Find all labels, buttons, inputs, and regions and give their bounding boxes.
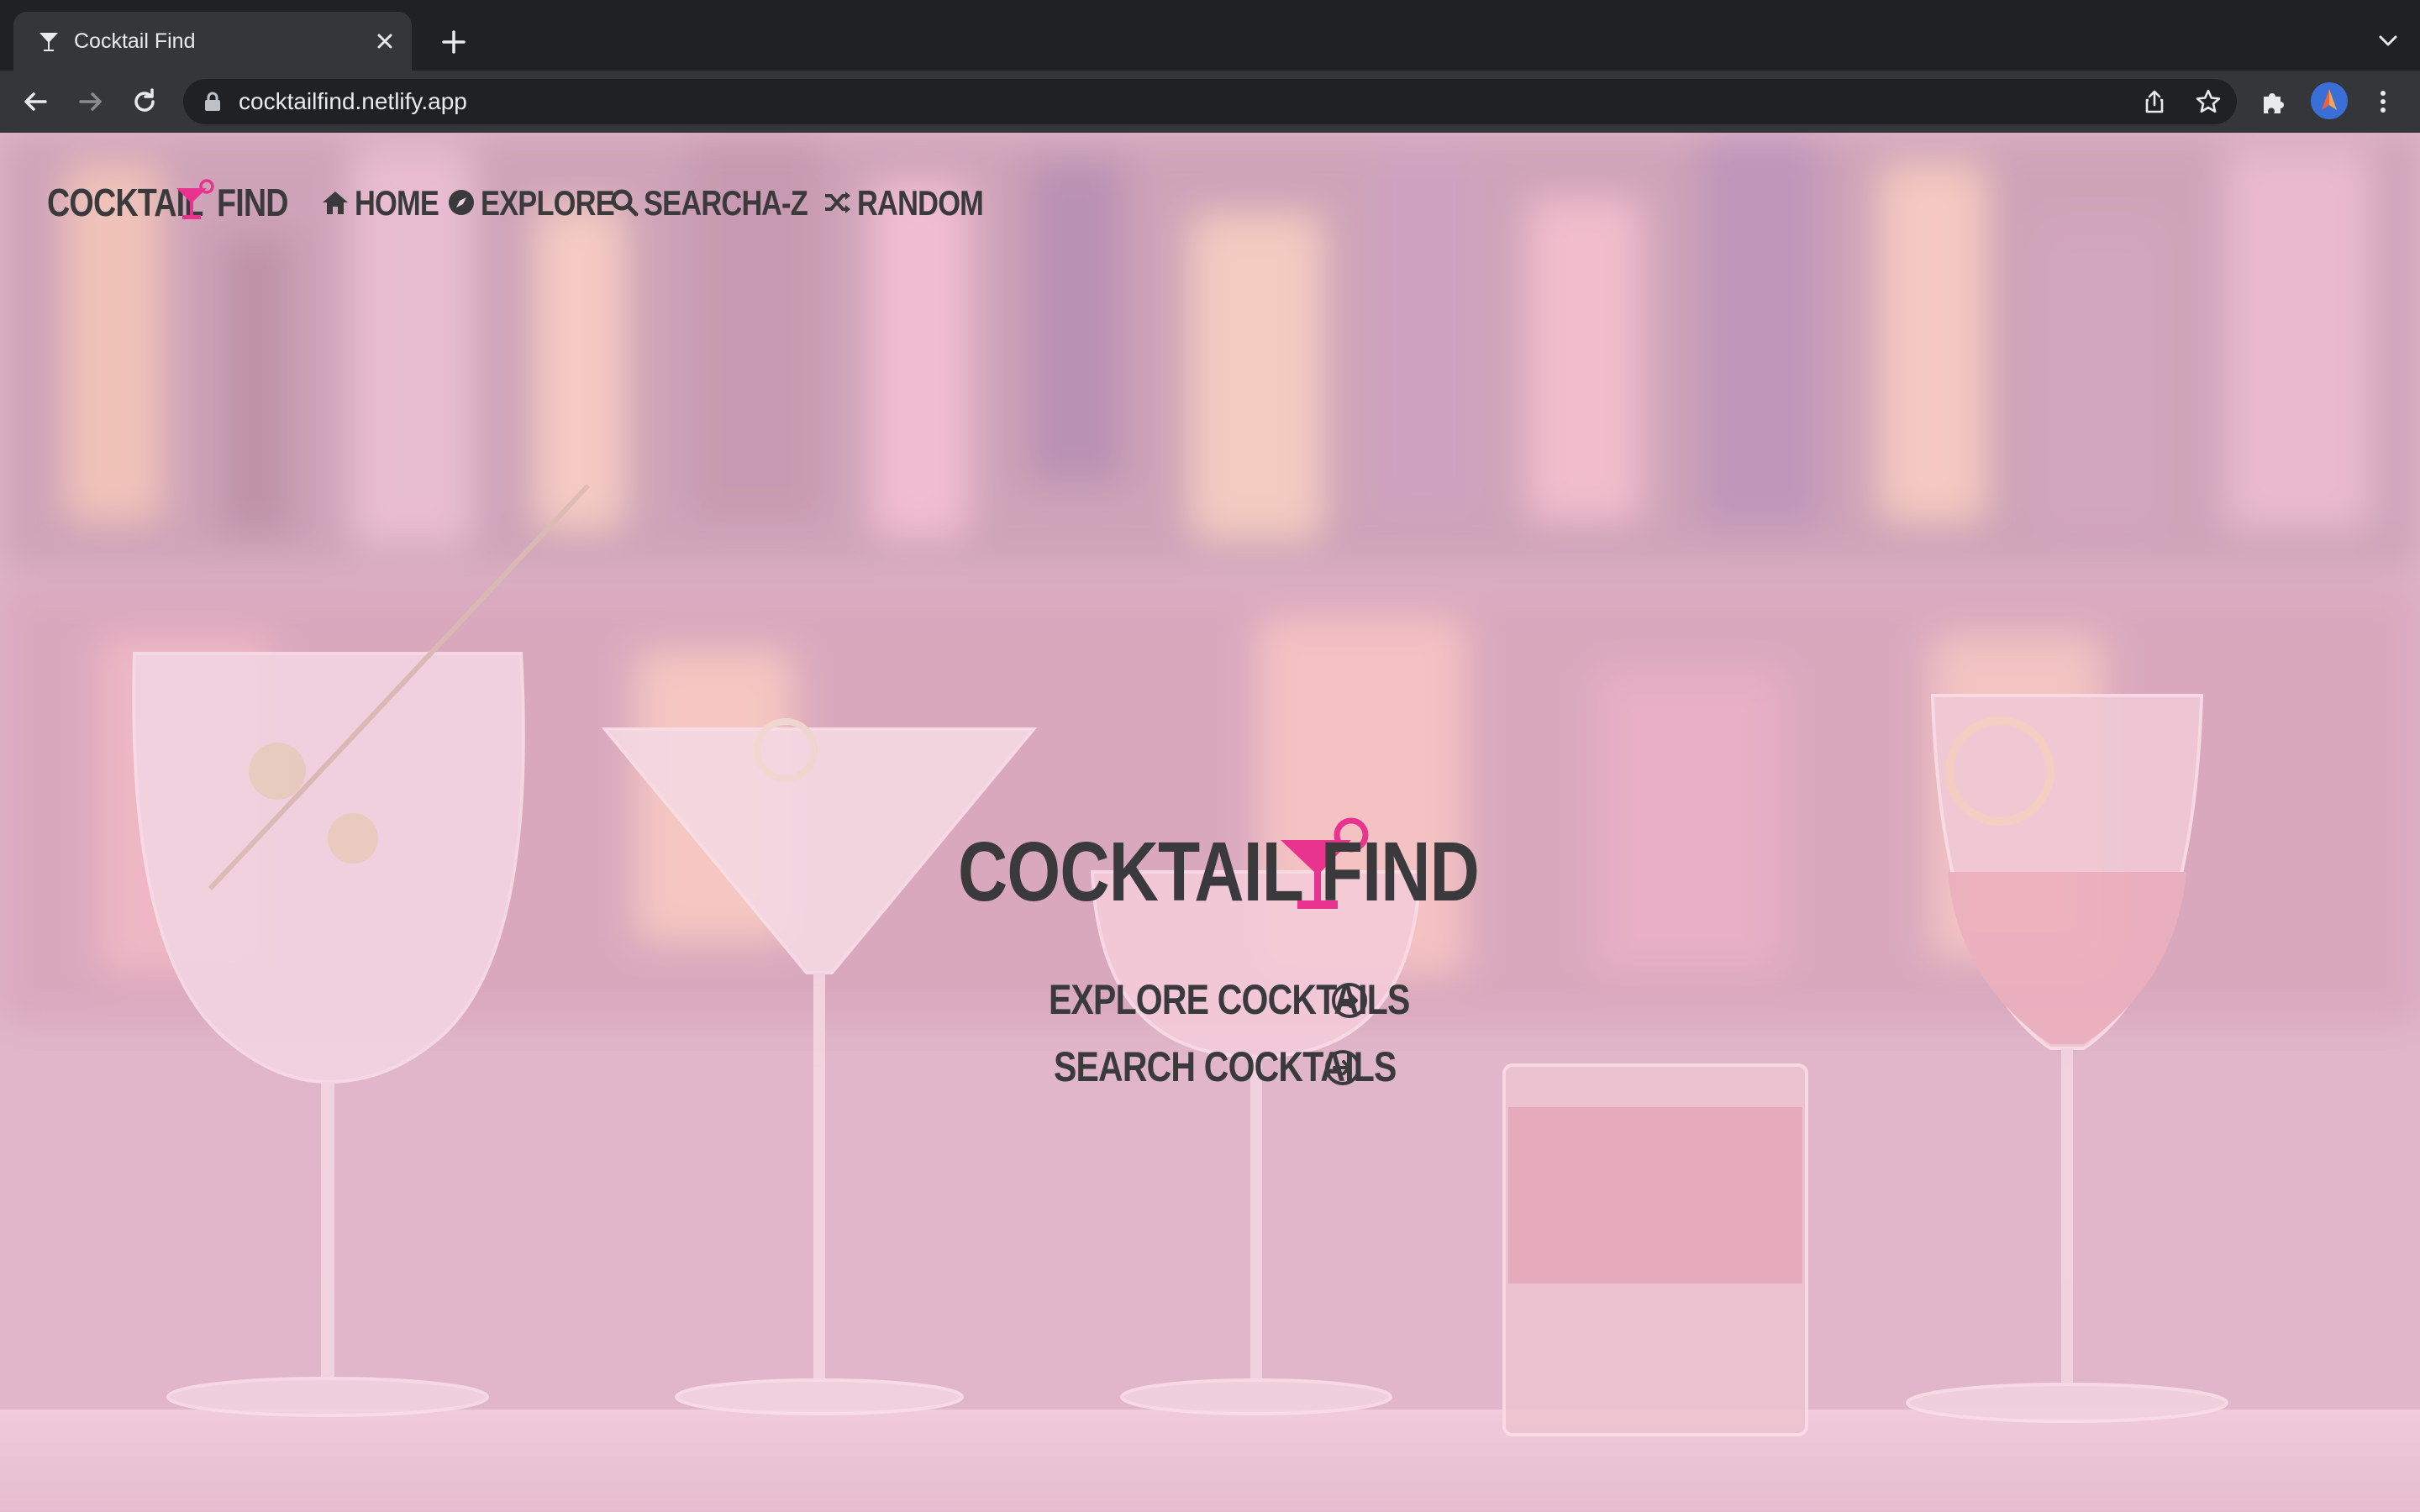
- hero-logo-word-right: FIND: [1321, 825, 1480, 919]
- kebab-menu-icon[interactable]: [2368, 87, 2398, 117]
- puzzle-icon[interactable]: [2259, 87, 2289, 117]
- arrow-circle-right-icon: [1332, 983, 1367, 1018]
- nav-home-label: HOME: [355, 183, 439, 223]
- forward-arrow-icon[interactable]: [74, 85, 108, 118]
- shuffle-icon: [825, 192, 850, 213]
- avatar[interactable]: [2311, 82, 2348, 119]
- url-text[interactable]: cocktailfind.netlify.app: [239, 88, 467, 115]
- site-header: COCKTAIL FIND HOME EXPLORE SEARCH A-Z RA…: [47, 173, 1055, 223]
- nav-search[interactable]: SEARCH: [610, 185, 762, 222]
- cocktail-favicon: [39, 33, 58, 51]
- plus-icon[interactable]: [437, 25, 471, 59]
- share-icon[interactable]: [2141, 88, 2168, 115]
- nav-random-label: RANDOM: [857, 183, 984, 223]
- compass-icon: [449, 190, 474, 215]
- browser-toolbar: cocktailfind.netlify.app: [0, 71, 2420, 133]
- browser-tab[interactable]: Cocktail Find: [13, 12, 412, 71]
- search-icon: [611, 189, 639, 217]
- profile-picture-icon: [2322, 89, 2337, 110]
- hero-logo-word-left: COCKTAIL: [958, 825, 1304, 919]
- nav-a-z-label: A-Z: [761, 183, 808, 223]
- cocktail-glass-icon: [176, 179, 214, 219]
- address-bar[interactable]: cocktailfind.netlify.app: [183, 79, 2237, 124]
- nav-search-label: SEARCH: [644, 183, 762, 223]
- pink-overlay: [0, 133, 2420, 1512]
- search-cocktails-button[interactable]: SEARCH COCKTAILS: [1054, 1043, 1397, 1090]
- logo-word-right: FIND: [217, 181, 289, 224]
- nav-home[interactable]: HOME: [321, 185, 439, 222]
- lock-icon[interactable]: [203, 92, 222, 112]
- star-icon[interactable]: [2195, 88, 2222, 115]
- nav-a-z[interactable]: A-Z: [761, 185, 812, 222]
- explore-cocktails-button[interactable]: EXPLORE COCKTAILS: [1049, 976, 1410, 1023]
- nav-random[interactable]: RANDOM: [823, 185, 984, 222]
- hero-logo: COCKTAIL FIND: [958, 817, 1480, 919]
- arrow-circle-right-icon: [1325, 1050, 1360, 1085]
- close-icon[interactable]: [370, 26, 400, 56]
- tab-title: Cocktail Find: [74, 29, 196, 53]
- reload-icon[interactable]: [128, 85, 161, 118]
- site-logo[interactable]: COCKTAIL FIND: [47, 179, 291, 224]
- home-icon: [323, 192, 348, 214]
- page-viewport: COCKTAIL FIND HOME EXPLORE SEARCH A-Z RA…: [0, 133, 2420, 1512]
- nav-explore[interactable]: EXPLORE: [447, 185, 615, 222]
- back-arrow-icon[interactable]: [18, 85, 52, 118]
- chevron-down-icon[interactable]: [2375, 27, 2402, 54]
- nav-explore-label: EXPLORE: [481, 183, 615, 223]
- browser-tabstrip: Cocktail Find: [0, 0, 2420, 71]
